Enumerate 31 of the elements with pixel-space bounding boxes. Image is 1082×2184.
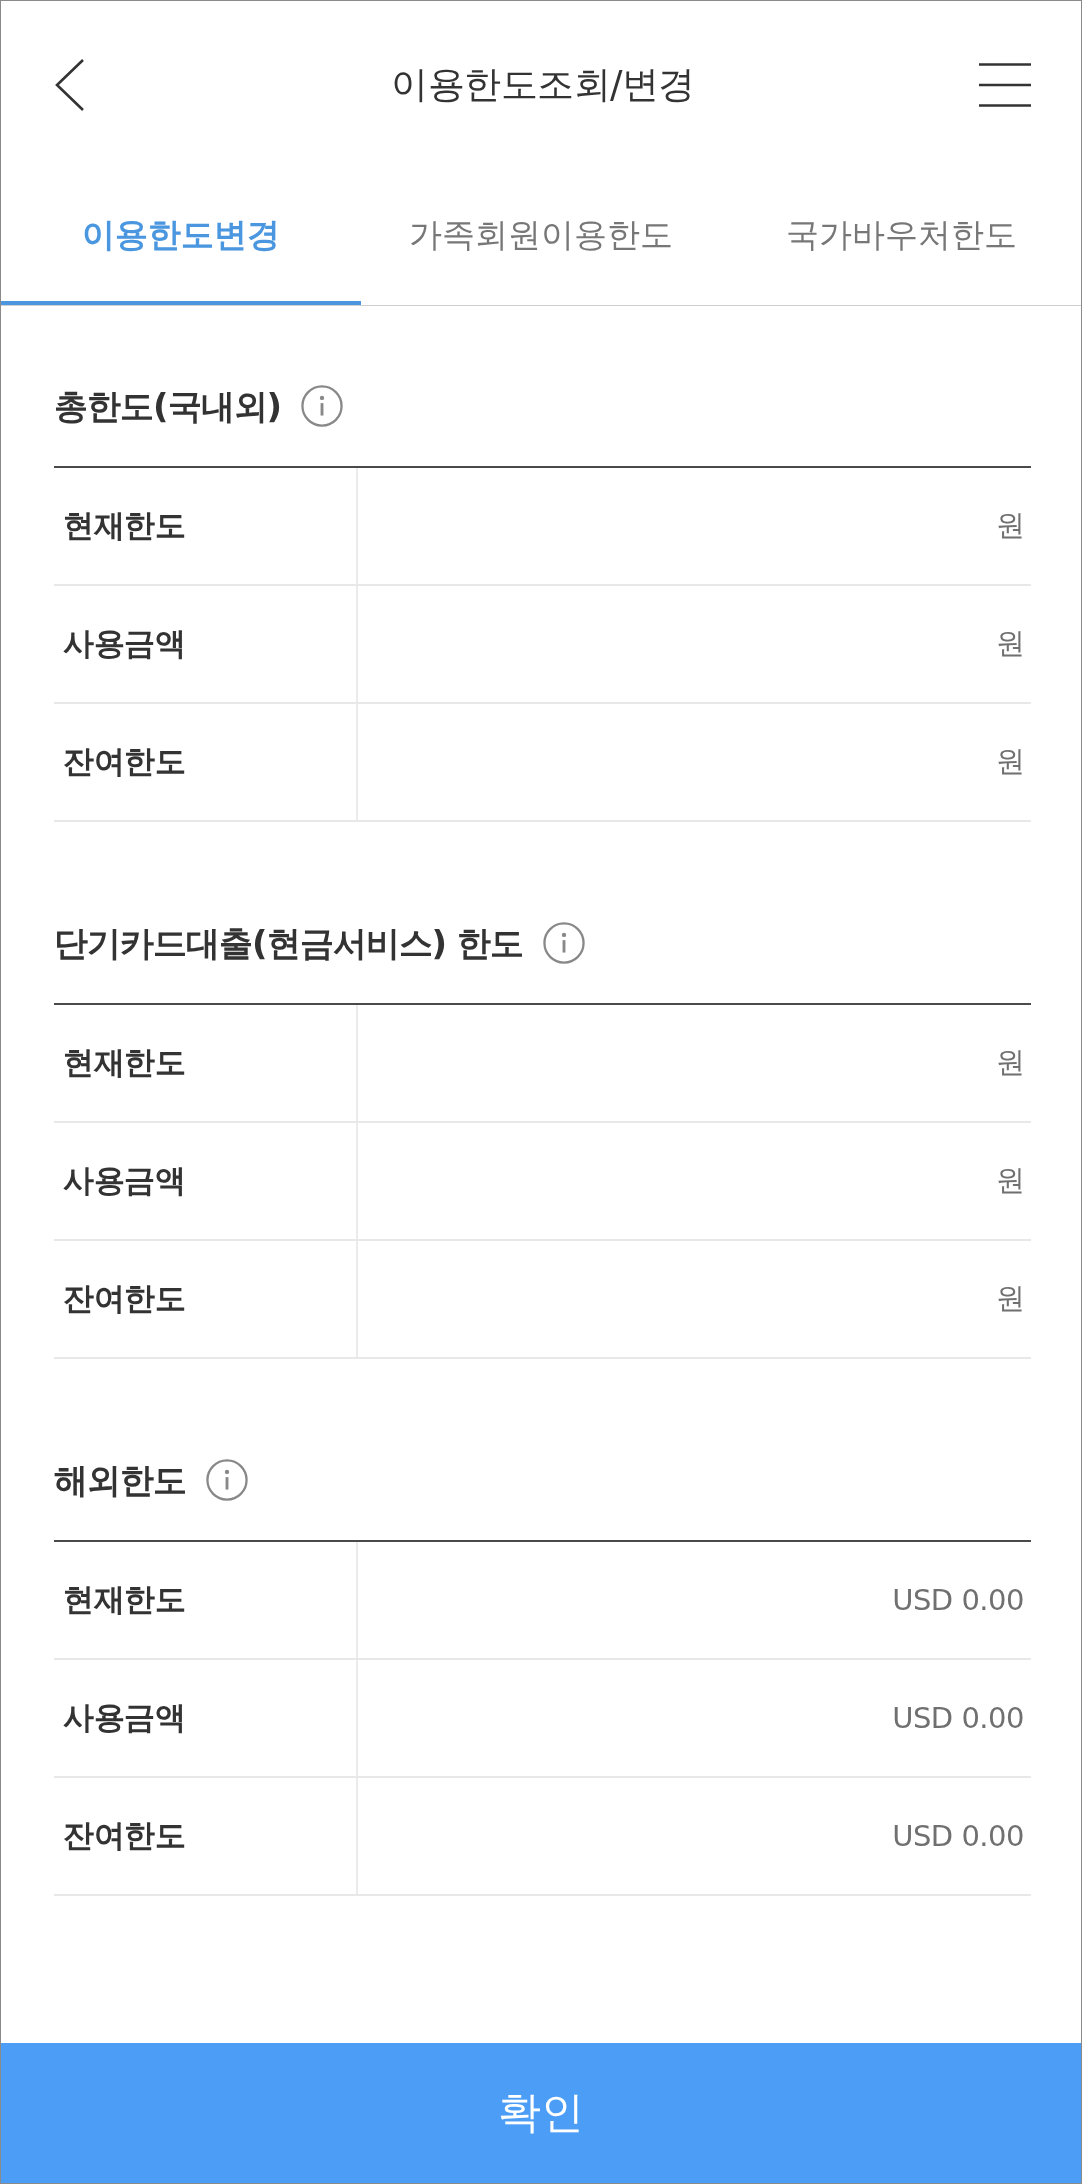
amount-value: 원 (995, 1044, 1024, 1081)
amount-value: USD 0.00 (892, 1819, 1024, 1853)
section-title: 해외한도 (54, 1459, 186, 1502)
amount-value: 원 (995, 743, 1024, 780)
row-label: 현재한도 (63, 506, 185, 545)
row-label: 잔여한도 (63, 1816, 185, 1855)
confirm-button[interactable]: 확인 (1, 2043, 1081, 2183)
row-label: 현재한도 (63, 1580, 185, 1619)
amount-value: 원 (995, 625, 1024, 662)
info-icon[interactable] (206, 1459, 248, 1501)
row-label: 사용금액 (63, 624, 185, 663)
row-label: 사용금액 (63, 1698, 185, 1737)
amount-value: USD 0.00 (892, 1583, 1024, 1617)
page-title: 이용한도조회/변경 (391, 62, 695, 108)
row-label: 잔여한도 (63, 742, 185, 781)
info-icon[interactable] (542, 922, 585, 964)
menu-icon[interactable] (979, 63, 1031, 107)
tab[interactable]: 이용한도변경 (1, 169, 361, 305)
info-icon[interactable] (301, 385, 344, 427)
amount-value: 원 (995, 1162, 1024, 1199)
row-label: 잔여한도 (63, 1279, 185, 1318)
row-label: 현재한도 (63, 1043, 185, 1082)
back-icon[interactable] (55, 58, 85, 112)
amount-value: USD 0.00 (892, 1701, 1024, 1735)
tab[interactable]: 국가바우처한도 (721, 169, 1081, 305)
section-title: 단기카드대출(현금서비스) 한도 (54, 922, 523, 965)
section-title: 총한도(국내외) (54, 385, 282, 428)
tab[interactable]: 가족회원이용한도 (361, 169, 721, 305)
row-label: 사용금액 (63, 1161, 185, 1200)
amount-value: 원 (995, 507, 1024, 544)
amount-value: 원 (995, 1280, 1024, 1317)
